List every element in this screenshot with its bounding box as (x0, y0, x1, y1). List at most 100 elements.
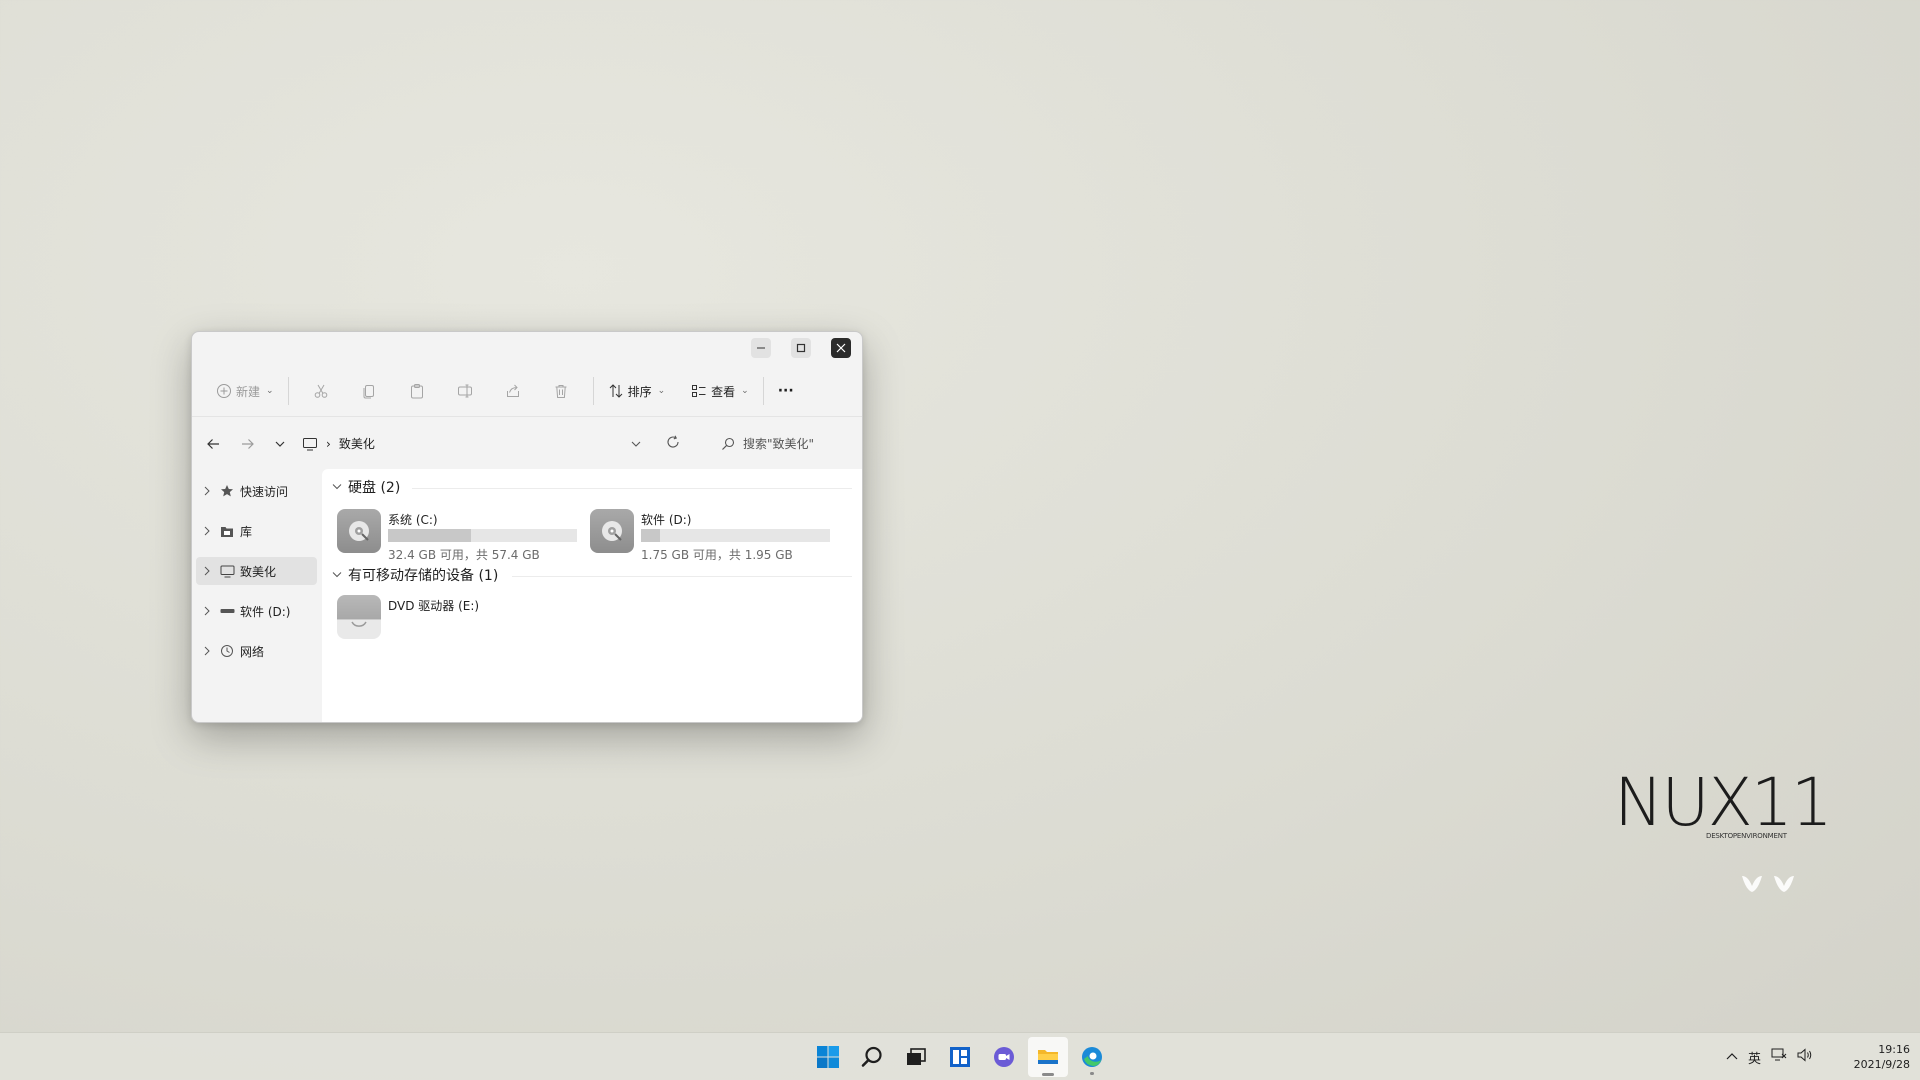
search-box[interactable] (715, 431, 855, 457)
drive-usage-bar (641, 529, 830, 542)
drive-c[interactable]: 系统 (C:) 32.4 GB 可用，共 57.4 GB (337, 509, 587, 562)
chevron-right-icon[interactable] (196, 566, 218, 576)
clipboard-icon (410, 384, 423, 399)
chevron-down-icon (332, 572, 342, 578)
desktop-brand: NUX11 DESKTOPENVIRONMENT (1598, 770, 1833, 910)
brand-title: NUX11 (1614, 764, 1833, 841)
computer-icon (218, 563, 236, 579)
view-button-label: 查看 (711, 384, 736, 399)
search-icon (861, 1046, 882, 1067)
taskbar-search-button[interactable] (852, 1037, 892, 1077)
computer-icon (303, 437, 317, 450)
group-divider (412, 488, 852, 489)
chevron-right-icon[interactable] (196, 486, 218, 496)
sort-button-label: 排序 (627, 384, 652, 399)
edge-button[interactable] (1072, 1037, 1112, 1077)
brand-subtitle: DESKTOPENVIRONMENT (1706, 832, 1787, 840)
file-explorer-button[interactable] (1028, 1037, 1068, 1077)
sidebar-item-label: 网络 (240, 644, 265, 659)
drive-name: 软件 (D:) (641, 513, 692, 527)
breadcrumb[interactable]: › 致美化 (302, 435, 375, 452)
chat-button[interactable] (984, 1037, 1024, 1077)
input-method-indicator[interactable]: 英 (1748, 1048, 1761, 1067)
share-button[interactable] (495, 375, 531, 407)
drive-dvd-e[interactable]: DVD 驱动器 (E:) (337, 595, 587, 645)
drive-usage-bar (388, 529, 577, 542)
copy-button[interactable] (351, 375, 387, 407)
group-header-removable[interactable]: 有可移动存储的设备 (1) (332, 565, 498, 585)
tray-overflow-button[interactable] (1726, 1050, 1738, 1065)
toolbar-separator (592, 377, 594, 405)
group-header-label: 硬盘 (2) (348, 480, 401, 496)
star-icon (218, 483, 236, 499)
navigation-pane: 快速访问 库 致美化 软件 (D:) 网络 (192, 469, 321, 722)
view-button[interactable]: 查看 ⌄ (685, 375, 755, 407)
volume-button[interactable] (1797, 1048, 1813, 1066)
taskbar-apps (808, 1037, 1112, 1077)
delete-button[interactable] (543, 375, 579, 407)
more-options-button[interactable]: ··· (772, 375, 800, 407)
sidebar-item-library[interactable]: 库 (196, 517, 317, 545)
sidebar-item-quick-access[interactable]: 快速访问 (196, 477, 317, 505)
content-pane: 硬盘 (2) 系统 (C:) 32.4 GB 可用，共 57.4 GB 软件 (… (322, 469, 862, 722)
chevron-down-icon (275, 441, 285, 447)
address-bar: › 致美化 (192, 417, 862, 469)
refresh-button[interactable] (666, 434, 680, 453)
new-button[interactable]: 新建 ⌄ (210, 375, 280, 407)
scissors-icon (314, 384, 327, 398)
breadcrumb-separator: › (326, 436, 331, 451)
group-header-hard-disks[interactable]: 硬盘 (2) (332, 477, 400, 497)
address-dropdown-button[interactable] (630, 435, 642, 454)
back-button[interactable] (202, 433, 224, 455)
sidebar-item-this-pc[interactable]: 致美化 (196, 557, 317, 585)
network-status-button[interactable] (1771, 1048, 1787, 1066)
library-icon (218, 523, 236, 539)
drive-name: DVD 驱动器 (E:) (388, 599, 480, 613)
hard-disk-icon (337, 509, 381, 553)
plus-circle-icon (217, 384, 231, 398)
minimize-icon (757, 347, 765, 349)
copy-icon (363, 385, 374, 399)
arrow-left-icon (207, 439, 219, 449)
widgets-button[interactable] (940, 1037, 980, 1077)
more-options-label: ··· (777, 383, 794, 399)
paste-button[interactable] (399, 375, 435, 407)
recent-locations-button[interactable] (269, 433, 291, 455)
drive-icon (218, 603, 236, 619)
close-button[interactable] (831, 338, 851, 358)
taskbar-clock[interactable]: 19:16 2021/9/28 (1840, 1042, 1910, 1072)
drive-usage-fill (641, 529, 660, 542)
minimize-button[interactable] (751, 338, 771, 358)
sidebar-item-drive-d[interactable]: 软件 (D:) (196, 597, 317, 625)
start-button[interactable] (808, 1037, 848, 1077)
brand-logo (1740, 872, 1796, 894)
chevron-down-icon (332, 484, 342, 490)
toolbar-separator (762, 377, 764, 405)
search-input[interactable] (743, 437, 843, 451)
forward-button[interactable] (237, 433, 259, 455)
chevron-right-icon[interactable] (196, 606, 218, 616)
clock-date: 2021/9/28 (1853, 1058, 1910, 1071)
rename-button[interactable] (447, 375, 483, 407)
chevron-right-icon[interactable] (196, 646, 218, 656)
rename-icon (457, 384, 472, 398)
task-view-button[interactable] (896, 1037, 936, 1077)
sidebar-item-label: 库 (240, 524, 253, 539)
widgets-icon (950, 1047, 970, 1067)
breadcrumb-location[interactable]: 致美化 (339, 435, 375, 452)
cut-button[interactable] (303, 375, 339, 407)
maximize-button[interactable] (791, 338, 811, 358)
refresh-icon (667, 435, 679, 448)
drive-d[interactable]: 软件 (D:) 1.75 GB 可用，共 1.95 GB (590, 509, 840, 562)
system-tray: 英 (1726, 1033, 1813, 1080)
command-bar: 新建 ⌄ 排序 ⌄ 查看 ⌄ ··· (192, 366, 862, 416)
file-explorer-icon (1038, 1050, 1058, 1064)
chevron-down-icon (631, 441, 641, 447)
dvd-drive-icon (337, 595, 381, 639)
sort-button[interactable]: 排序 ⌄ (602, 375, 672, 407)
sidebar-item-network[interactable]: 网络 (196, 637, 317, 665)
chevron-right-icon[interactable] (196, 526, 218, 536)
toolbar-separator (287, 377, 289, 405)
title-bar[interactable] (192, 332, 862, 366)
sidebar-item-label: 软件 (D:) (240, 604, 291, 619)
